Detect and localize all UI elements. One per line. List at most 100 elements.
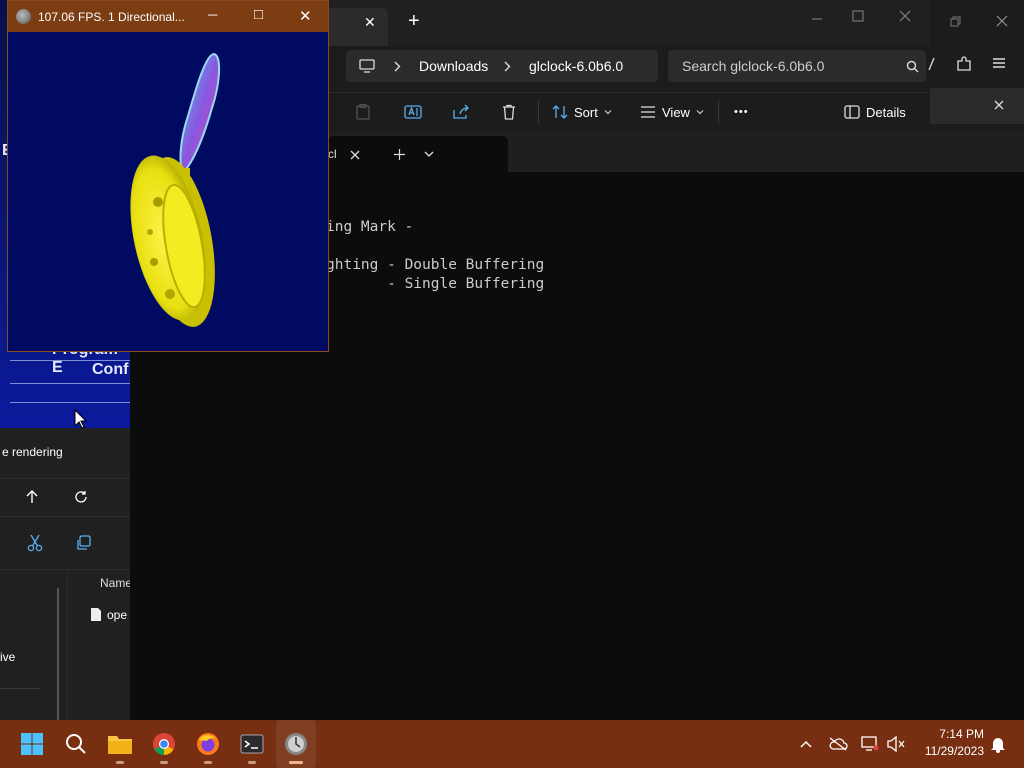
sort-button[interactable]: Sort xyxy=(552,93,612,131)
search-button[interactable] xyxy=(56,720,96,768)
details-pane-icon xyxy=(844,105,860,119)
new-tab-icon[interactable] xyxy=(394,149,405,160)
taskbar: 7:14 PM 11/29/2023 xyxy=(0,720,1024,768)
details-label: Details xyxy=(866,104,906,120)
chevron-down-icon[interactable] xyxy=(424,151,434,158)
menu-icon[interactable] xyxy=(992,57,1006,69)
terminal-button[interactable] xyxy=(232,720,272,768)
nav-pane-item[interactable]: ive xyxy=(0,650,15,664)
delete-button[interactable] xyxy=(501,93,517,131)
terminal-tab-title: cl xyxy=(328,147,337,161)
close-window-button[interactable] xyxy=(898,9,912,23)
up-arrow-icon[interactable] xyxy=(18,483,46,511)
file-explorer-button[interactable] xyxy=(100,720,140,768)
copy-icon[interactable] xyxy=(69,529,97,557)
view-button[interactable]: View xyxy=(640,93,704,131)
folder-icon xyxy=(108,736,132,754)
search-input[interactable]: Search glclock-6.0b6.0 xyxy=(668,50,926,82)
search-icon xyxy=(66,734,86,754)
windows-logo-icon xyxy=(21,733,43,755)
network-icon xyxy=(861,736,879,751)
file-explorer-window: ✕ + Downloads glclock-6.0b6.0 Search glc… xyxy=(328,0,930,131)
bell-icon xyxy=(991,738,1005,753)
network-button[interactable] xyxy=(858,732,882,756)
chevron-down-icon xyxy=(604,110,612,115)
clock-time: 7:14 PM xyxy=(939,727,984,741)
details-button[interactable]: Details xyxy=(844,93,906,131)
column-header-name[interactable]: Name xyxy=(100,576,132,590)
close-icon xyxy=(899,10,911,22)
close-notification-button[interactable] xyxy=(993,99,1005,111)
search-icon[interactable] xyxy=(906,60,919,73)
glclock-button[interactable] xyxy=(276,720,316,768)
pane-divider xyxy=(57,588,59,720)
start-button[interactable] xyxy=(12,720,52,768)
explorer-tab-bar: ✕ + xyxy=(328,0,930,46)
close-icon xyxy=(996,15,1008,27)
document-icon xyxy=(91,608,101,621)
background-explorer-title: e rendering xyxy=(2,445,63,459)
search-placeholder: Search glclock-6.0b6.0 xyxy=(682,58,825,74)
glclock-render-area[interactable] xyxy=(8,32,328,351)
chrome-button[interactable] xyxy=(144,720,184,768)
mouse-cursor-icon xyxy=(74,409,87,429)
background-window-chrome xyxy=(928,0,1024,130)
chevron-right-icon xyxy=(394,61,401,72)
breadcrumb-downloads[interactable]: Downloads xyxy=(419,58,488,74)
pen-icon[interactable] xyxy=(928,57,936,71)
close-icon[interactable] xyxy=(350,150,360,160)
view-label: View xyxy=(662,104,690,120)
new-tab-button[interactable]: + xyxy=(408,10,420,33)
taskbar-clock[interactable]: 7:14 PM 11/29/2023 xyxy=(912,726,984,760)
divider xyxy=(10,360,130,361)
glclock-app-icon xyxy=(16,9,31,24)
file-name: ope xyxy=(107,607,128,622)
running-indicator xyxy=(160,761,168,764)
minimize-icon xyxy=(812,18,822,20)
running-indicator xyxy=(116,761,124,764)
breadcrumb-folder[interactable]: glclock-6.0b6.0 xyxy=(529,58,623,74)
more-options-button[interactable]: ••• xyxy=(734,93,749,131)
chevron-right-icon xyxy=(504,61,511,72)
address-bar[interactable]: Downloads glclock-6.0b6.0 xyxy=(346,50,658,82)
refresh-icon[interactable] xyxy=(67,483,95,511)
onedrive-button[interactable] xyxy=(826,732,850,756)
close-window-button[interactable] xyxy=(995,14,1009,28)
show-hidden-icons-button[interactable] xyxy=(794,732,818,756)
file-list-item[interactable]: ope xyxy=(90,607,127,622)
terminal-tab[interactable]: cl xyxy=(328,136,508,172)
terminal-line: - Single Buffering xyxy=(326,276,545,292)
cut-icon[interactable] xyxy=(21,529,49,557)
share-button[interactable] xyxy=(452,93,470,131)
share-icon xyxy=(453,104,469,119)
divider xyxy=(10,383,130,384)
chevron-up-icon xyxy=(800,740,812,748)
chrome-icon xyxy=(153,733,175,755)
rename-button[interactable] xyxy=(404,93,422,131)
speaker-muted-icon xyxy=(887,736,905,752)
sort-label: Sort xyxy=(574,104,598,120)
notifications-button[interactable] xyxy=(986,732,1010,756)
close-button[interactable]: ✕ xyxy=(299,7,312,25)
extensions-icon[interactable] xyxy=(956,56,972,72)
clock-date: 11/29/2023 xyxy=(924,744,984,758)
terminal-line: ghting - Double Buffering xyxy=(326,257,545,273)
volume-button[interactable] xyxy=(884,732,908,756)
view-list-icon xyxy=(641,106,655,118)
paste-icon xyxy=(356,104,370,120)
maximize-button[interactable]: □ xyxy=(254,6,263,23)
close-icon xyxy=(994,100,1004,110)
maximize-button[interactable] xyxy=(852,10,864,22)
active-indicator xyxy=(289,761,303,764)
firefox-button[interactable] xyxy=(188,720,228,768)
paste-button[interactable] xyxy=(356,93,370,131)
running-indicator xyxy=(204,761,212,764)
minimize-button[interactable] xyxy=(810,14,824,24)
close-tab-button[interactable]: ✕ xyxy=(364,14,376,31)
explorer-tab[interactable] xyxy=(328,8,388,46)
restore-button[interactable] xyxy=(950,16,961,27)
background-explorer-window: e rendering Name ope ive xyxy=(0,428,132,720)
glclock-icon xyxy=(285,733,307,755)
glclock-titlebar[interactable]: 107.06 FPS. 1 Directional... ─ □ ✕ xyxy=(8,1,328,32)
minimize-button[interactable]: ─ xyxy=(208,7,217,22)
